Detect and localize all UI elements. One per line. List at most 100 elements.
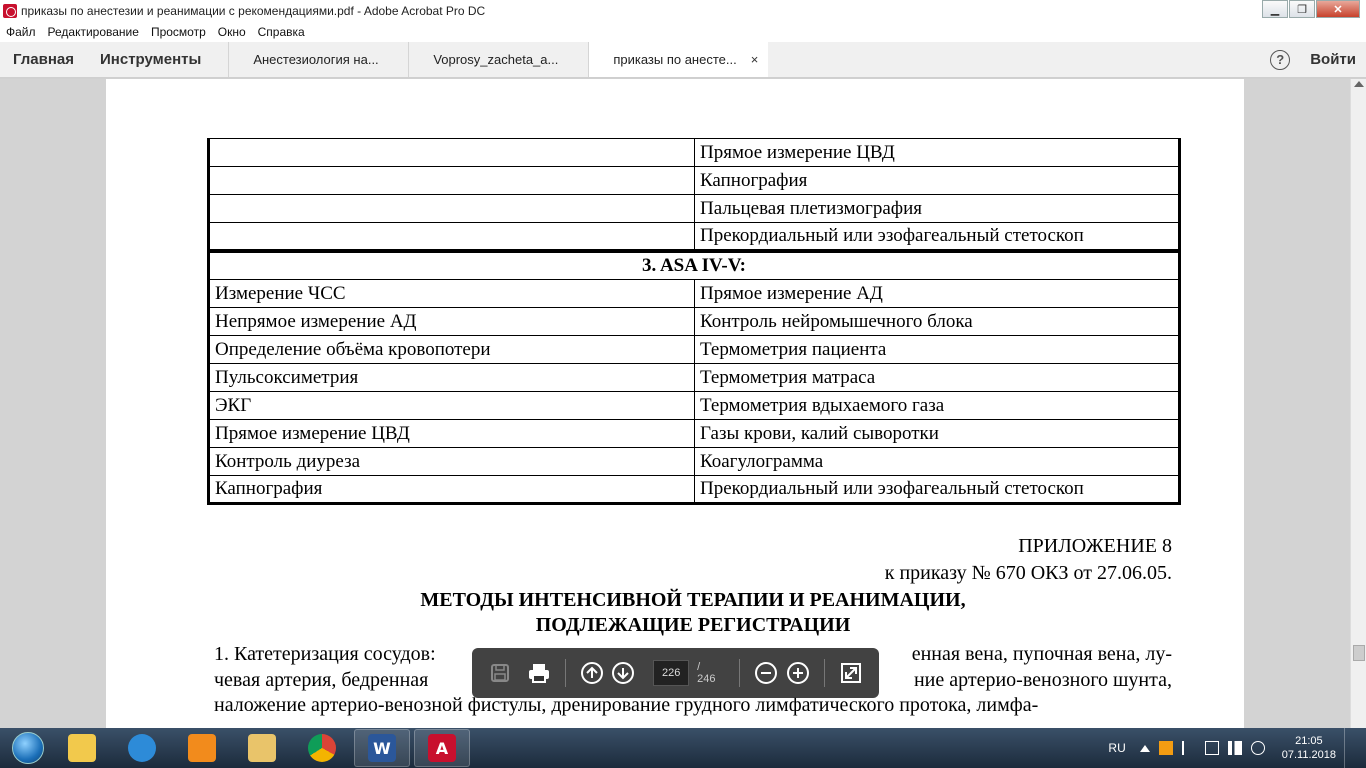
table-cell: Контроль нейромышечного блока	[694, 307, 1180, 336]
page-number-input[interactable]: 226	[653, 660, 690, 686]
taskbar-acrobat[interactable]: A	[414, 729, 470, 767]
show-desktop-button[interactable]	[1344, 728, 1356, 768]
text-fragment: енная вена, пупочная вена, лу-	[911, 643, 1172, 665]
system-tray: RU 21:05 07.11.2018	[1108, 728, 1366, 768]
table-cell: Прямое измерение ЦВД	[208, 419, 695, 448]
menu-edit[interactable]: Редактирование	[48, 25, 139, 39]
scroll-thumb[interactable]	[1353, 645, 1365, 661]
doc-tab-2[interactable]: Voprosy_zacheta_a...	[408, 42, 588, 77]
pause-icon[interactable]	[1158, 741, 1173, 755]
maximize-button[interactable]: ❐	[1289, 0, 1315, 18]
doc-tab-1[interactable]: Анестезиология на...	[228, 42, 408, 77]
time: 21:05	[1295, 735, 1323, 747]
page-total: / 246	[697, 661, 716, 685]
table-row: Прекордиальный или эзофагеальный стетоск…	[208, 222, 1180, 252]
windows-logo-icon	[12, 732, 44, 764]
zoom-out-icon[interactable]	[751, 658, 781, 688]
table-cell: Пальцевая плетизмография	[694, 194, 1180, 223]
document-viewport[interactable]: Прямое измерение ЦВД Капнография Пальцев…	[0, 79, 1350, 728]
print-icon[interactable]	[524, 658, 554, 688]
table-section-header: 3. ASA IV-V:	[208, 249, 1180, 280]
show-hidden-icons-icon[interactable]	[1139, 744, 1150, 752]
table-row: Контроль диуреза Коагулограмма	[208, 447, 1180, 476]
taskbar-word[interactable]: W	[354, 729, 410, 767]
table-cell	[208, 222, 695, 252]
table-cell: Прекордиальный или эзофагеальный стетоск…	[694, 475, 1180, 504]
minimize-button[interactable]: ▁	[1262, 0, 1288, 18]
table-row: Прямое измерение ЦВД	[208, 138, 1180, 167]
media-player-icon	[188, 734, 216, 762]
appendix-number: ПРИЛОЖЕНИЕ 8	[1018, 535, 1172, 557]
table-cell	[208, 138, 695, 167]
word-icon: W	[368, 734, 396, 762]
next-page-icon[interactable]	[609, 658, 639, 688]
save-icon[interactable]	[485, 658, 515, 688]
table-cell: Прекордиальный или эзофагеальный стетоск…	[694, 222, 1180, 252]
toolbar-divider	[564, 659, 566, 687]
section-title: 3. ASA IV-V:	[208, 249, 1180, 280]
taskbar-media[interactable]	[174, 729, 230, 767]
start-button[interactable]	[6, 729, 50, 767]
folder-icon	[68, 734, 96, 762]
table-cell: Капнография	[694, 166, 1180, 195]
network-icon[interactable]	[1204, 741, 1219, 755]
table-cell: ЭКГ	[208, 391, 695, 420]
doc-tab-label: Анестезиология на...	[253, 52, 379, 67]
tab-home[interactable]: Главная	[0, 42, 87, 77]
window-title: приказы по анестезии и реанимации с реко…	[21, 4, 486, 18]
toolbar-divider	[824, 659, 826, 687]
language-indicator[interactable]: RU	[1108, 741, 1125, 755]
chrome-icon	[308, 734, 336, 762]
appendix-order: к приказу № 670 ОКЗ от 27.06.05.	[884, 562, 1172, 584]
table-row: Капнография	[208, 166, 1180, 195]
previous-page-icon[interactable]	[577, 658, 607, 688]
menu-window[interactable]: Окно	[218, 25, 246, 39]
table-cell: Коагулограмма	[694, 447, 1180, 476]
menu-view[interactable]: Просмотр	[151, 25, 206, 39]
table-cell: Пульсоксиметрия	[208, 363, 695, 392]
menu-help[interactable]: Справка	[258, 25, 305, 39]
clock[interactable]: 21:05 07.11.2018	[1282, 734, 1336, 762]
table-cell: Контроль диуреза	[208, 447, 695, 476]
table-cell	[208, 166, 695, 195]
text-fragment: ние артерио-венозного шунта,	[913, 669, 1172, 691]
doc-tab-3-active[interactable]: приказы по анесте... ×	[588, 42, 769, 77]
pdf-page: Прямое измерение ЦВД Капнография Пальцев…	[106, 79, 1244, 728]
table-row: Прямое измерение ЦВД Газы крови, калий сы…	[208, 419, 1180, 448]
toolbar-divider	[739, 659, 741, 687]
zoom-in-icon[interactable]	[783, 658, 813, 688]
taskbar: W A RU 21:05 07.11.2018	[0, 728, 1366, 768]
table-cell: Определение объёма кровопотери	[208, 335, 695, 364]
help-icon[interactable]: ?	[1270, 49, 1291, 70]
tab-tools[interactable]: Инструменты	[87, 42, 228, 77]
acrobat-taskbar-icon: A	[428, 734, 456, 762]
table-row: Пульсоксиметрия Термометрия матраса	[208, 363, 1180, 392]
doc-tab-label: приказы по анесте...	[613, 52, 737, 67]
table-cell: Термометрия вдыхаемого газа	[694, 391, 1180, 420]
window-controls: ▁ ❐ ✕	[1261, 0, 1360, 18]
monitoring-table: Прямое измерение ЦВД Капнография Пальцев…	[207, 138, 1181, 505]
taskbar-folder-docs[interactable]	[54, 729, 110, 767]
taskbar-explorer[interactable]	[234, 729, 290, 767]
table-row: Пальцевая плетизмография	[208, 194, 1180, 223]
fit-page-icon[interactable]	[836, 658, 866, 688]
flag-icon[interactable]	[1181, 741, 1196, 755]
volume-icon[interactable]	[1250, 741, 1265, 755]
internet-explorer-icon	[128, 734, 156, 762]
menu-file[interactable]: Файл	[6, 25, 36, 39]
signal-icon[interactable]	[1227, 741, 1242, 755]
table-cell: Измерение ЧСС	[208, 279, 695, 308]
tab-close-icon[interactable]: ×	[751, 52, 759, 67]
appendix-title-1: МЕТОДЫ ИНТЕНСИВНОЙ ТЕРАПИИ И РЕАНИМАЦИИ,	[420, 589, 966, 611]
taskbar-ie[interactable]	[114, 729, 170, 767]
table-row: Непрямое измерение АД Контроль нейромышеч…	[208, 307, 1180, 336]
text-fragment: чевая артерия, бедренная	[214, 669, 429, 691]
file-explorer-icon	[248, 734, 276, 762]
signin-button[interactable]: Войти	[1310, 51, 1356, 68]
vertical-scrollbar[interactable]	[1350, 79, 1366, 728]
scroll-up-icon[interactable]	[1354, 81, 1364, 87]
close-button[interactable]: ✕	[1316, 0, 1360, 18]
table-cell: Капнография	[208, 475, 695, 504]
taskbar-chrome[interactable]	[294, 729, 350, 767]
floating-toolbar: 226 / 246	[472, 648, 879, 698]
